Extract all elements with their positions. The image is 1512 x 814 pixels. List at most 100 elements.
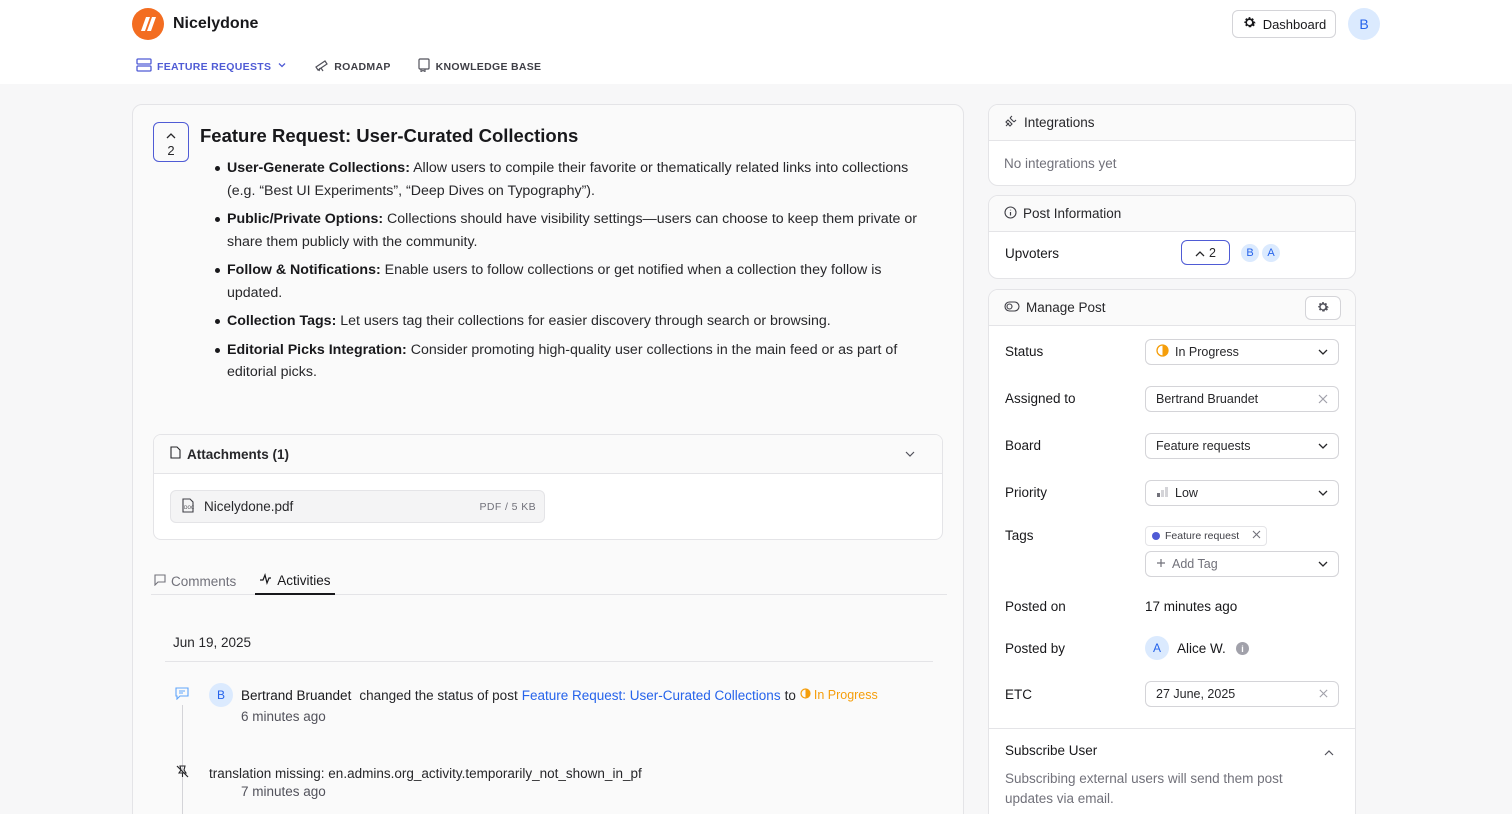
add-tag-label: Add Tag	[1172, 557, 1218, 571]
bullet-heading: Public/Private Options:	[227, 211, 384, 227]
file-icon	[170, 446, 181, 462]
pin-off-icon	[175, 764, 209, 782]
integrations-card: Integrations No integrations yet	[988, 104, 1356, 186]
progress-icon	[800, 688, 811, 702]
status-select[interactable]: In Progress	[1145, 339, 1339, 365]
post-information-title: Post Information	[1023, 206, 1122, 221]
status-label: Status	[1005, 344, 1044, 359]
close-icon[interactable]	[1318, 688, 1329, 702]
book-icon	[417, 58, 431, 75]
attachments-header[interactable]: Attachments (1)	[154, 435, 942, 474]
chevron-down-icon	[1317, 558, 1329, 573]
upvoters-count: 2	[1209, 245, 1216, 260]
upvoters-label: Upvoters	[1005, 246, 1060, 261]
tab-activities-label: Activities	[277, 572, 331, 588]
upvote-button[interactable]: 2	[153, 122, 189, 162]
comment-icon	[154, 573, 166, 589]
post-tabs: Comments Activities	[151, 567, 947, 595]
activity-actor[interactable]: Bertrand Bruandet	[241, 688, 351, 703]
attachment-file[interactable]: DOC Nicelydone.pdf PDF / 5 KB	[170, 490, 545, 523]
chevron-up-icon[interactable]	[1323, 745, 1335, 763]
signal-bars-icon	[1156, 486, 1169, 501]
manage-settings-button[interactable]	[1305, 296, 1341, 320]
attachments-title: Attachments (1)	[187, 446, 290, 462]
tab-activities[interactable]: Activities	[255, 567, 335, 595]
attachment-file-name: Nicelydone.pdf	[204, 499, 294, 514]
svg-text:DOC: DOC	[184, 505, 194, 511]
assigned-value: Bertrand Bruandet	[1156, 392, 1259, 406]
avatar: B	[209, 683, 233, 707]
message-icon	[175, 687, 193, 703]
upvoters-count-button[interactable]: 2	[1181, 240, 1230, 265]
tab-comments[interactable]: Comments	[151, 567, 239, 595]
list-icon	[136, 58, 152, 75]
subscribe-description: Subscribing external users will send the…	[1005, 771, 1283, 806]
chevron-down-icon[interactable]	[904, 448, 916, 463]
bullet-item: Public/Private Options: Collections shou…	[215, 208, 935, 253]
etc-value: 27 June, 2025	[1156, 687, 1236, 701]
activity-icon	[259, 572, 272, 588]
plus-icon	[1156, 557, 1166, 571]
tag-chip: Feature request	[1145, 526, 1267, 546]
telescope-icon	[314, 58, 329, 75]
bullet-heading: Follow & Notifications:	[227, 262, 381, 278]
pdf-icon: DOC	[181, 497, 195, 516]
progress-icon	[1156, 344, 1169, 360]
assignee-select[interactable]: Bertrand Bruandet	[1145, 386, 1339, 412]
dashboard-label: Dashboard	[1262, 16, 1327, 32]
tag-color-dot	[1152, 532, 1160, 540]
posted-by-label: Posted by	[1005, 641, 1066, 656]
post-description: User-Generate Collections: Allow users t…	[215, 157, 935, 390]
brand[interactable]: Nicelydone	[132, 8, 258, 40]
bullet-item: Collection Tags: Let users tag their col…	[215, 310, 935, 333]
vote-count: 2	[167, 142, 175, 158]
bullet-item: Editorial Picks Integration: Consider pr…	[215, 339, 935, 384]
divider	[165, 661, 933, 662]
manage-post-header: Manage Post	[989, 290, 1355, 326]
activity-post-link[interactable]: Feature Request: User-Curated Collection…	[522, 688, 781, 703]
bullet-text: Let users tag their collections for easi…	[336, 313, 831, 329]
priority-select[interactable]: Low	[1145, 480, 1339, 506]
activity-item: B Bertrand Bruandet changed the status o…	[175, 683, 878, 707]
dashboard-button[interactable]: Dashboard	[1232, 10, 1336, 38]
chevron-down-icon	[1317, 440, 1329, 455]
nav-roadmap-label: ROADMAP	[334, 60, 391, 73]
etc-date-input[interactable]: 27 June, 2025	[1145, 681, 1339, 707]
board-select[interactable]: Feature requests	[1145, 433, 1339, 459]
chevron-down-icon	[1317, 487, 1329, 502]
nav-feature-requests-label: FEATURE REQUESTS	[157, 60, 272, 73]
activity-to: to	[784, 687, 796, 703]
status-badge-label: In Progress	[813, 688, 878, 702]
upvoter-avatar[interactable]: A	[1262, 244, 1280, 262]
close-icon[interactable]	[1252, 530, 1261, 542]
upvoter-avatar[interactable]: B	[1241, 244, 1259, 262]
integrations-title: Integrations	[1024, 115, 1095, 130]
status-value: In Progress	[1175, 345, 1239, 359]
activity-text: changed the status of post	[359, 687, 518, 703]
subscribe-title: Subscribe User	[1005, 743, 1098, 758]
nav-feature-requests[interactable]: FEATURE REQUESTS	[136, 58, 288, 75]
integrations-empty: No integrations yet	[1004, 156, 1117, 171]
status-badge: In Progress	[800, 688, 878, 702]
divider	[989, 728, 1355, 729]
chevron-up-icon	[1195, 246, 1205, 260]
attachment-file-meta: PDF / 5 KB	[479, 500, 536, 513]
plug-icon	[1004, 114, 1018, 131]
activity-text: translation missing: en.admins.org_activ…	[209, 765, 642, 781]
bullet-heading: Editorial Picks Integration:	[227, 341, 407, 358]
info-icon[interactable]: i	[1236, 642, 1249, 655]
add-tag-select[interactable]: Add Tag	[1145, 551, 1339, 577]
posted-by-value[interactable]: Alice W.	[1177, 641, 1226, 656]
manage-post-card: Manage Post Status In Progress Assigned …	[988, 289, 1356, 814]
activity-item: translation missing: en.admins.org_activ…	[175, 764, 642, 782]
post-title: Feature Request: User-Curated Collection…	[200, 125, 579, 146]
nav-knowledge-base[interactable]: KNOWLEDGE BASE	[417, 58, 542, 75]
close-icon[interactable]	[1317, 393, 1329, 408]
nav-roadmap[interactable]: ROADMAP	[314, 58, 390, 75]
priority-label: Priority	[1005, 485, 1048, 500]
activity-time: 7 minutes ago	[241, 784, 326, 799]
integrations-header: Integrations	[989, 105, 1355, 141]
chevron-up-icon	[166, 127, 176, 142]
manage-post-title: Manage Post	[1026, 300, 1106, 315]
user-avatar[interactable]: B	[1348, 8, 1380, 40]
